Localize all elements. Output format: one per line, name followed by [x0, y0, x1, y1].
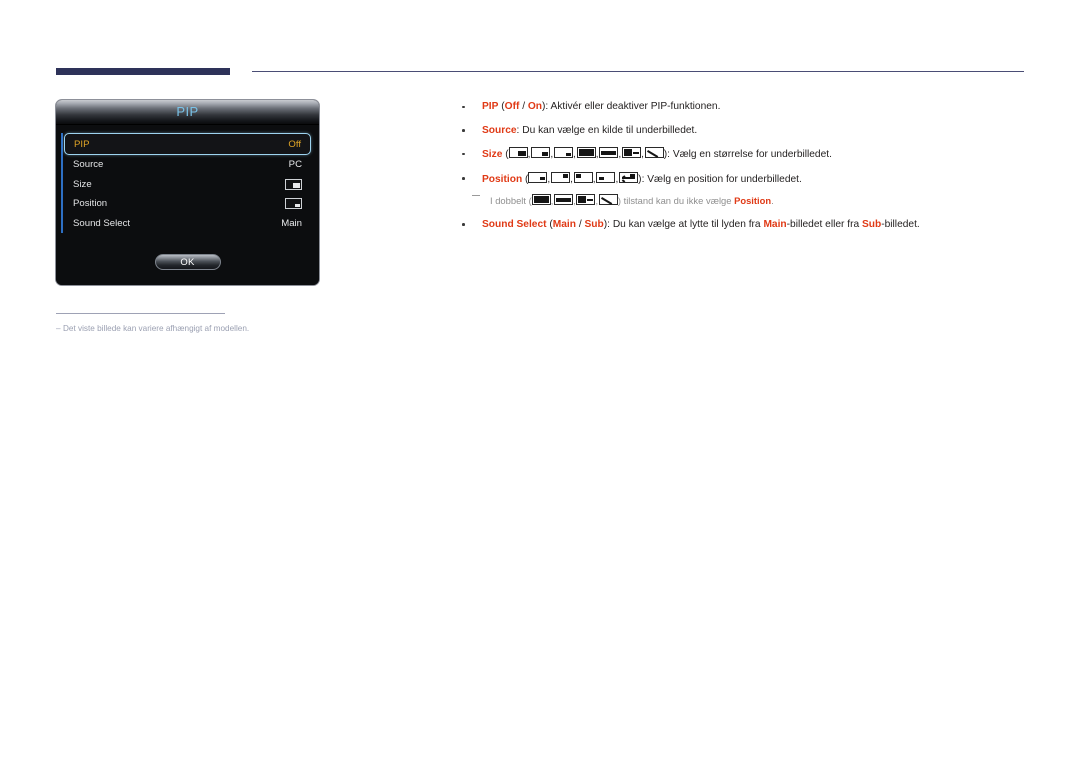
osd-row-value — [285, 198, 302, 210]
subnote-text-after: . — [771, 195, 774, 206]
bullet-close-paren: ): — [603, 218, 613, 230]
bullet-body: Vælg en størrelse for underbilledet. — [672, 149, 832, 160]
subnote-dash-icon — [472, 195, 480, 196]
footnote-dash: – — [56, 324, 61, 333]
bullet-position: Position (, , , , ): Vælg en position fo… — [460, 171, 1030, 187]
pip-position-custom-icon — [619, 171, 639, 183]
osd-row-value — [285, 178, 302, 190]
bullet-body-2: -billedet eller fra — [786, 218, 862, 230]
footnote: – Det viste billede kan variere afhængigt… — [56, 324, 249, 333]
bullet-option-on: On — [527, 101, 543, 112]
footnote-rule — [56, 313, 225, 314]
pip-size-large-icon — [508, 147, 528, 158]
footnote-text: Det viste billede kan variere afhængigt … — [63, 324, 250, 333]
osd-body: PIP Off Source PC Size Position Sound Se… — [56, 125, 319, 285]
bullet-dot-icon — [462, 105, 465, 109]
osd-row-label: Sound Select — [73, 217, 131, 229]
osd-row-size[interactable]: Size — [64, 175, 311, 195]
ok-button[interactable]: OK — [154, 254, 221, 270]
osd-row-label: Size — [73, 178, 92, 190]
bullet-close-paren: ): — [663, 149, 673, 160]
pip-position-bottom-left-icon — [596, 171, 616, 183]
osd-titlebar: PIP — [56, 100, 319, 125]
bullet-sound-select: Sound Select (Main / Sub): Du kan vælge … — [460, 218, 1030, 232]
header-rule-thin — [252, 71, 1024, 73]
pip-double-diagonal-icon — [644, 147, 664, 158]
osd-row-value: PC — [288, 159, 302, 171]
bullet-size: Size (, , , , , , ): Vælg en størrelse f… — [460, 147, 1030, 162]
osd-row-position[interactable]: Position — [64, 194, 311, 214]
bullet-body: Vælg en position for underbilledet. — [647, 173, 802, 185]
pip-double-wide-icon — [531, 194, 551, 205]
bullet-dot-icon — [462, 223, 465, 226]
osd-row-label: Position — [73, 198, 108, 210]
bullet-body: Du kan vælge en kilde til underbilledet. — [522, 124, 698, 136]
pip-position-top-left-icon — [573, 171, 593, 183]
osd-row-value: Off — [288, 138, 301, 150]
pip-double-diagonal-icon — [598, 194, 618, 205]
osd-accent-line — [61, 133, 63, 233]
header-rule — [56, 68, 1024, 77]
bullet-body: Aktivér eller deaktiver PIP-funktionen. — [550, 101, 721, 112]
bullet-option-off: Off — [504, 101, 520, 112]
page-root: PIP PIP Off Source PC Size Position Soun… — [0, 0, 1080, 763]
pip-position-bottom-right-icon — [528, 171, 548, 183]
header-rule-thick — [56, 68, 230, 75]
bullet-body-1: Du kan vælge at lytte til lyden fra — [612, 218, 764, 230]
bullet-keyword-sub: Sub — [861, 218, 882, 230]
pip-double-wide-icon — [576, 147, 596, 158]
screen-size-icon — [285, 178, 302, 190]
pip-double-equal-icon — [554, 194, 574, 205]
pip-double-line-icon — [576, 194, 596, 205]
bullet-keyword: Position — [482, 173, 523, 185]
bullet-close-paren: ): — [542, 101, 551, 112]
description-list: PIP (Off / On): Aktivér eller deaktiver … — [460, 100, 1030, 241]
bullet-keyword: Sound Select — [482, 218, 547, 230]
bullet-option-main: Main — [552, 218, 576, 230]
pip-double-line-icon — [622, 147, 642, 158]
osd-title: PIP — [176, 104, 199, 119]
osd-row-value: Main — [281, 217, 302, 229]
bullet-option-sub: Sub — [584, 218, 604, 230]
osd-row-source[interactable]: Source PC — [64, 155, 311, 175]
subnote-keyword: Position — [734, 195, 772, 206]
osd-dialog: PIP PIP Off Source PC Size Position Soun… — [55, 99, 320, 286]
subnote-text-before: I dobbelt ( — [490, 195, 532, 206]
osd-row-pip[interactable]: PIP Off — [64, 133, 311, 155]
screen-position-icon — [285, 198, 302, 210]
bullet-body-3: -billedet. — [881, 218, 920, 230]
subnote-text-middle: ) tilstand kan du ikke vælge — [617, 195, 735, 206]
subnote-double-mode: I dobbelt (, , , ) tilstand kan du ikke … — [460, 194, 1030, 208]
pip-double-equal-icon — [599, 147, 619, 158]
bullet-source: Source: Du kan vælge en kilde til underb… — [460, 124, 1030, 138]
bullet-dot-icon — [462, 177, 465, 180]
bullet-keyword: Source — [482, 124, 517, 136]
bullet-dot-icon — [462, 129, 465, 132]
bullet-keyword: Size — [482, 149, 503, 160]
bullet-dot-icon — [462, 152, 465, 156]
bullet-slash: / — [576, 218, 585, 230]
bullet-keyword-main: Main — [763, 218, 787, 230]
pip-size-small-icon — [554, 147, 573, 158]
osd-row-label: Source — [73, 159, 104, 171]
osd-row-sound-select[interactable]: Sound Select Main — [64, 214, 311, 234]
bullet-slash: / — [519, 101, 528, 112]
osd-ok-wrapper: OK — [56, 252, 319, 270]
bullet-close-paren: ): — [638, 173, 648, 185]
osd-row-label: PIP — [74, 138, 90, 150]
bullet-keyword: PIP — [482, 101, 499, 112]
pip-size-medium-icon — [531, 147, 551, 158]
bullet-pip: PIP (Off / On): Aktivér eller deaktiver … — [460, 100, 1030, 114]
pip-position-top-right-icon — [551, 171, 571, 183]
